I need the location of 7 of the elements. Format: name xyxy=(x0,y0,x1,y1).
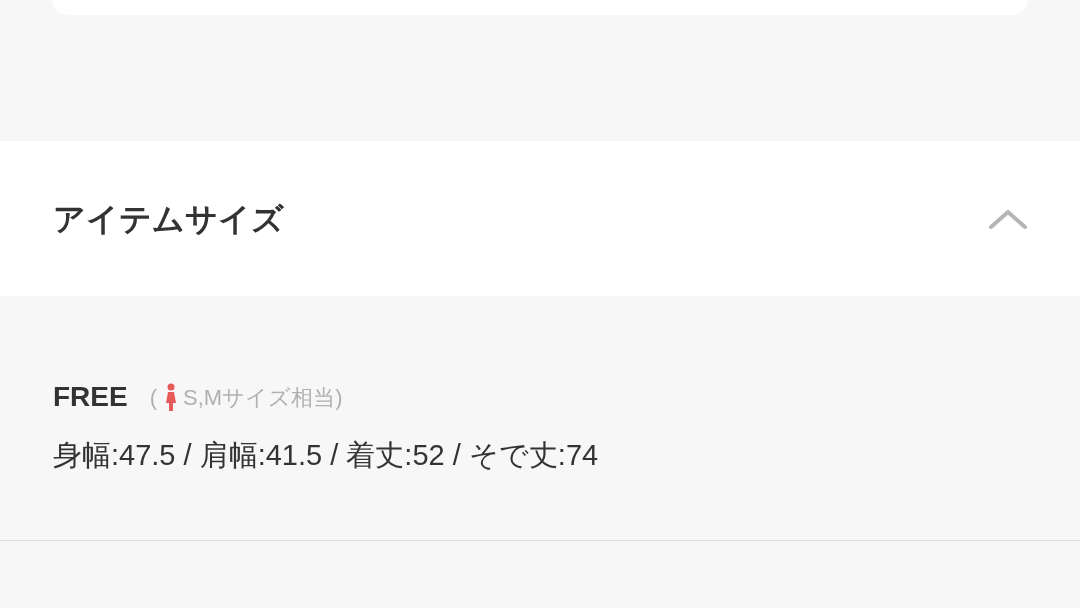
woman-icon xyxy=(165,383,177,411)
section-title: アイテムサイズ xyxy=(53,199,284,239)
size-measurements: 身幅:47.5 / 肩幅:41.5 / 着丈:52 / そで丈:74 xyxy=(53,438,599,473)
paren-text: ( xyxy=(149,383,157,412)
size-note: S,Mサイズ相当) xyxy=(183,383,343,412)
size-name: FREE xyxy=(53,380,128,414)
section-header[interactable]: アイテムサイズ xyxy=(0,141,1080,296)
